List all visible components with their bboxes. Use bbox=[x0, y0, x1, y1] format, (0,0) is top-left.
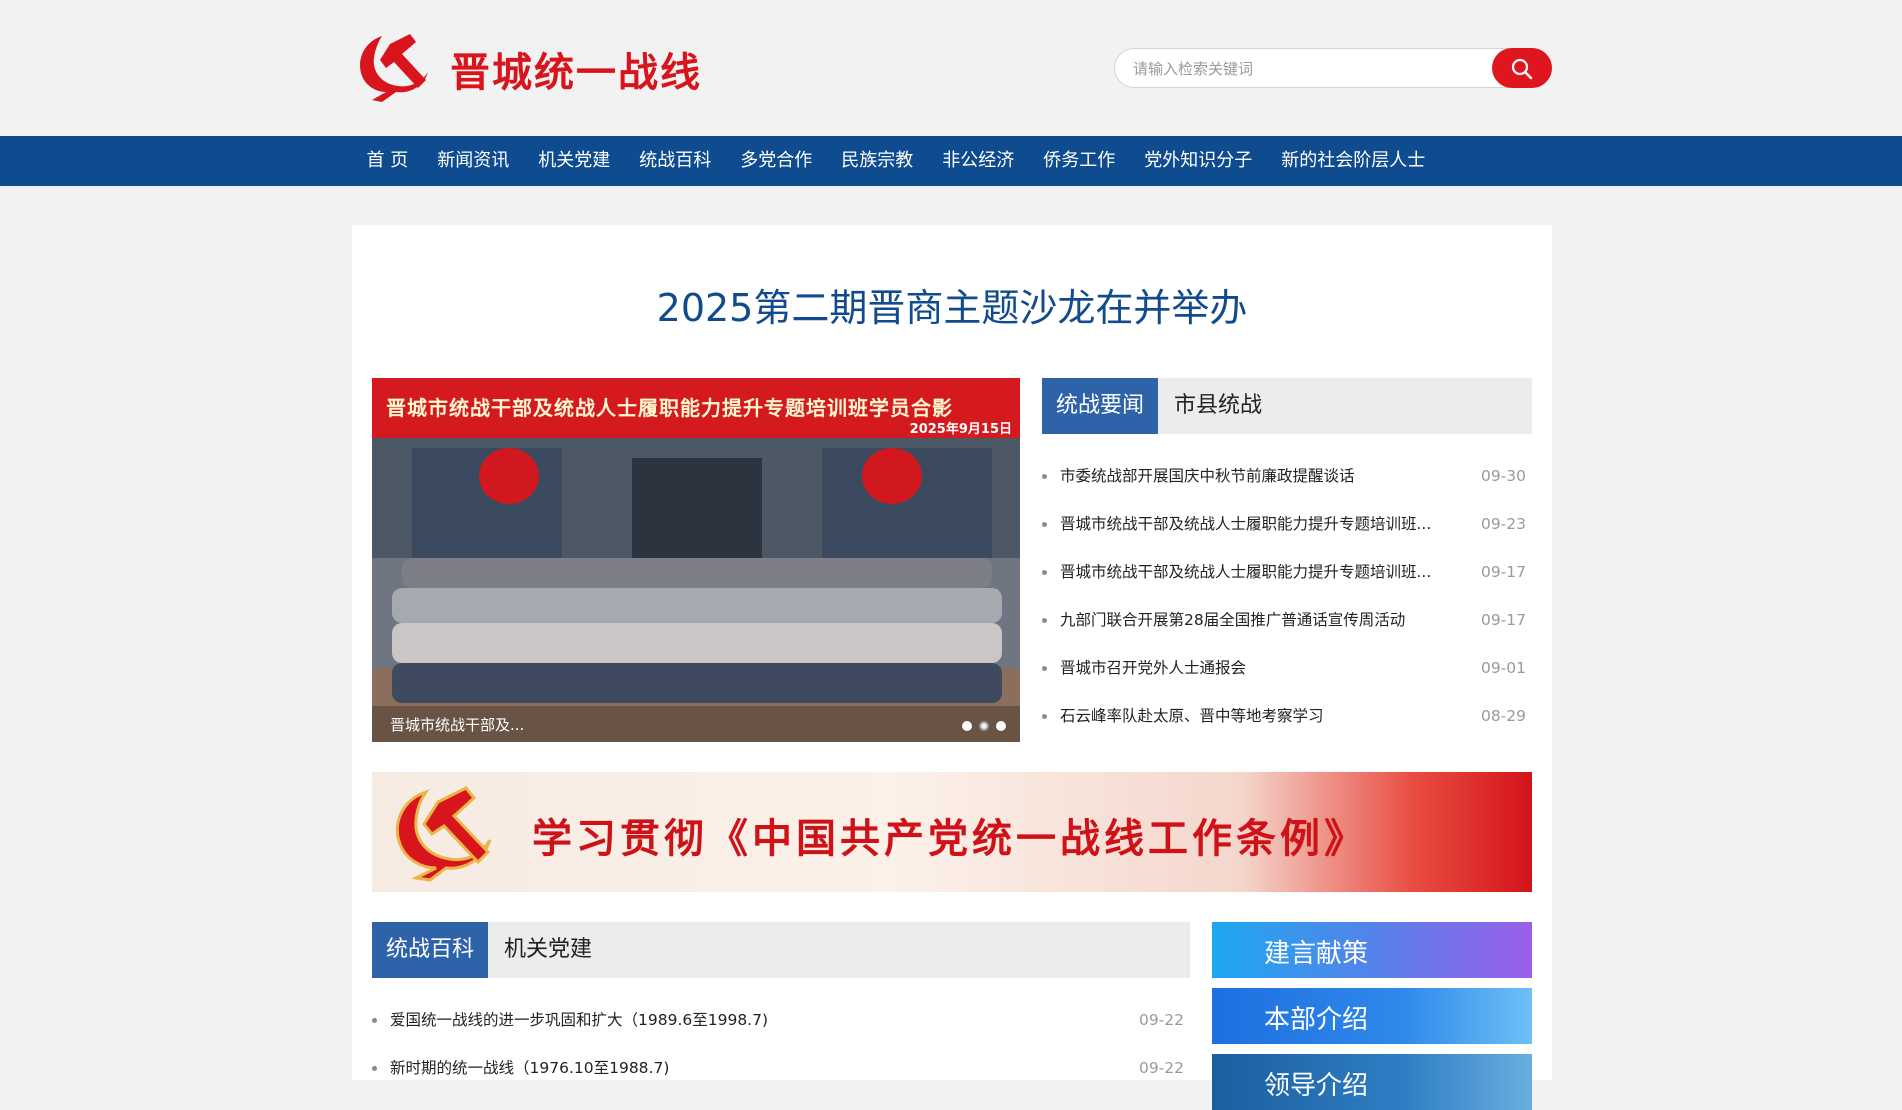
news-date: 09-01 bbox=[1480, 659, 1526, 677]
promo-banner-text: 学习贯彻《中国共产党统一战线工作条例》 bbox=[532, 815, 1368, 862]
party-emblem-icon bbox=[395, 786, 492, 882]
news-date: 09-17 bbox=[1480, 611, 1526, 629]
bullet-icon bbox=[372, 1018, 377, 1023]
party-emblem-icon[interactable] bbox=[352, 30, 432, 102]
nav-item-encyclopedia[interactable]: 统战百科 bbox=[625, 136, 726, 186]
nav-item-new-social-strata[interactable]: 新的社会阶层人士 bbox=[1267, 136, 1440, 186]
tab-city-county-news[interactable]: 市县统战 bbox=[1160, 378, 1276, 434]
news-title[interactable]: 市委统战部开展国庆中秋节前廉政提醒谈话 bbox=[1060, 452, 1355, 500]
photo-slider[interactable]: 晋城市统战干部及统战人士履职能力提升专题培训班学员合影 2025年9月15日 晋… bbox=[372, 378, 1020, 742]
news-date: 09-17 bbox=[1480, 563, 1526, 581]
bullet-icon bbox=[1042, 714, 1047, 719]
news-title[interactable]: 晋城市统战干部及统战人士履职能力提升专题培训班... bbox=[1060, 548, 1431, 596]
tab-united-front-news[interactable]: 统战要闻 bbox=[1042, 378, 1159, 434]
news-date: 09-30 bbox=[1480, 467, 1526, 485]
slide-caption[interactable]: 晋城市统战干部及... bbox=[390, 714, 524, 735]
list-item[interactable]: 市委统战部开展国庆中秋节前廉政提醒谈话 09-30 bbox=[1042, 452, 1532, 500]
list-item[interactable]: 晋城市召开党外人士通报会 09-01 bbox=[1042, 644, 1532, 692]
news-title[interactable]: 九部门联合开展第28届全国推广普通话宣传周活动 bbox=[1060, 596, 1405, 644]
site-title[interactable]: 晋城统一战线 bbox=[450, 40, 702, 98]
list-item[interactable]: 晋城市统战干部及统战人士履职能力提升专题培训班... 09-23 bbox=[1042, 500, 1532, 548]
department-intro-button[interactable]: 本部介绍 bbox=[1212, 988, 1532, 1044]
nav-item-multiparty[interactable]: 多党合作 bbox=[726, 136, 827, 186]
news-date: 08-29 bbox=[1480, 707, 1526, 725]
tab-party-building[interactable]: 机关党建 bbox=[490, 922, 606, 978]
news-title[interactable]: 新时期的统一战线（1976.10至1988.7) bbox=[390, 1044, 669, 1092]
bullet-icon bbox=[372, 1066, 377, 1071]
search-button[interactable] bbox=[1492, 48, 1552, 88]
news-title[interactable]: 晋城市统战干部及统战人士履职能力提升专题培训班... bbox=[1060, 500, 1431, 548]
slide-banner: 晋城市统战干部及统战人士履职能力提升专题培训班学员合影 2025年9月15日 bbox=[372, 378, 1020, 438]
list-item[interactable]: 石云峰率队赴太原、晋中等地考察学习 08-29 bbox=[1042, 692, 1532, 740]
site-header: 晋城统一战线 bbox=[0, 0, 1902, 136]
news-date: 09-22 bbox=[1138, 1011, 1184, 1029]
list-item[interactable]: 九部门联合开展第28届全国推广普通话宣传周活动 09-17 bbox=[1042, 596, 1532, 644]
nav-item-overseas-chinese[interactable]: 侨务工作 bbox=[1029, 136, 1130, 186]
news-list: 市委统战部开展国庆中秋节前廉政提醒谈话 09-30 晋城市统战干部及统战人士履职能… bbox=[1042, 452, 1532, 740]
bullet-icon bbox=[1042, 522, 1047, 527]
headline-link[interactable]: 2025第二期晋商主题沙龙在并举办 bbox=[352, 277, 1552, 332]
group-photo-image bbox=[372, 438, 1020, 742]
nav-item-ethnic-religion[interactable]: 民族宗教 bbox=[827, 136, 928, 186]
news-title[interactable]: 晋城市召开党外人士通报会 bbox=[1060, 644, 1246, 692]
search-box bbox=[1114, 48, 1552, 88]
regulations-promo-banner[interactable]: 学习贯彻《中国共产党统一战线工作条例》 bbox=[372, 772, 1532, 892]
nav-item-non-public-economy[interactable]: 非公经济 bbox=[928, 136, 1029, 186]
tab-encyclopedia[interactable]: 统战百科 bbox=[372, 922, 489, 978]
news-tabs: 统战要闻 市县统战 bbox=[1042, 378, 1532, 434]
search-input[interactable] bbox=[1133, 57, 1473, 81]
leaders-intro-button[interactable]: 领导介绍 bbox=[1212, 1054, 1532, 1110]
main-nav: 首 页 新闻资讯 机关党建 统战百科 多党合作 民族宗教 非公经济 侨务工作 党… bbox=[0, 136, 1902, 186]
slider-dots bbox=[962, 721, 1006, 731]
bullet-icon bbox=[1042, 618, 1047, 623]
main-content: 2025第二期晋商主题沙龙在并举办 晋城市统战干部及统战人士履职能力提升专题培训… bbox=[352, 225, 1552, 1110]
slider-dot-3[interactable] bbox=[996, 721, 1006, 731]
news-title[interactable]: 石云峰率队赴太原、晋中等地考察学习 bbox=[1060, 692, 1324, 740]
department-intro-label: 本部介绍 bbox=[1264, 1005, 1369, 1035]
news-date: 09-22 bbox=[1138, 1059, 1184, 1077]
list-item[interactable]: 爱国统一战线的进一步巩固和扩大（1989.6至1998.7) 09-22 bbox=[372, 996, 1190, 1044]
bullet-icon bbox=[1042, 666, 1047, 671]
slide-banner-title: 晋城市统战干部及统战人士履职能力提升专题培训班学员合影 bbox=[386, 396, 953, 420]
encyclopedia-tabs: 统战百科 机关党建 bbox=[372, 922, 1190, 978]
slider-dot-1[interactable] bbox=[962, 721, 972, 731]
nav-item-news[interactable]: 新闻资讯 bbox=[423, 136, 524, 186]
bullet-icon bbox=[1042, 474, 1047, 479]
suggestions-label: 建言献策 bbox=[1264, 939, 1369, 969]
encyclopedia-list: 爱国统一战线的进一步巩固和扩大（1989.6至1998.7) 09-22 新时期的… bbox=[372, 996, 1190, 1092]
slider-dot-2[interactable] bbox=[979, 721, 989, 731]
suggestions-button[interactable]: 建言献策 bbox=[1212, 922, 1532, 978]
nav-item-home[interactable]: 首 页 bbox=[352, 136, 423, 186]
list-item[interactable]: 晋城市统战干部及统战人士履职能力提升专题培训班... 09-17 bbox=[1042, 548, 1532, 596]
bullet-icon bbox=[1042, 570, 1047, 575]
slide-banner-date: 2025年9月15日 bbox=[909, 422, 1012, 437]
list-item[interactable]: 新时期的统一战线（1976.10至1988.7) 09-22 bbox=[372, 1044, 1190, 1092]
nav-item-intellectuals[interactable]: 党外知识分子 bbox=[1130, 136, 1267, 186]
news-date: 09-23 bbox=[1480, 515, 1526, 533]
news-title[interactable]: 爱国统一战线的进一步巩固和扩大（1989.6至1998.7) bbox=[390, 996, 768, 1044]
search-icon bbox=[1511, 58, 1533, 80]
leaders-intro-label: 领导介绍 bbox=[1264, 1071, 1369, 1101]
nav-item-party-building[interactable]: 机关党建 bbox=[524, 136, 625, 186]
